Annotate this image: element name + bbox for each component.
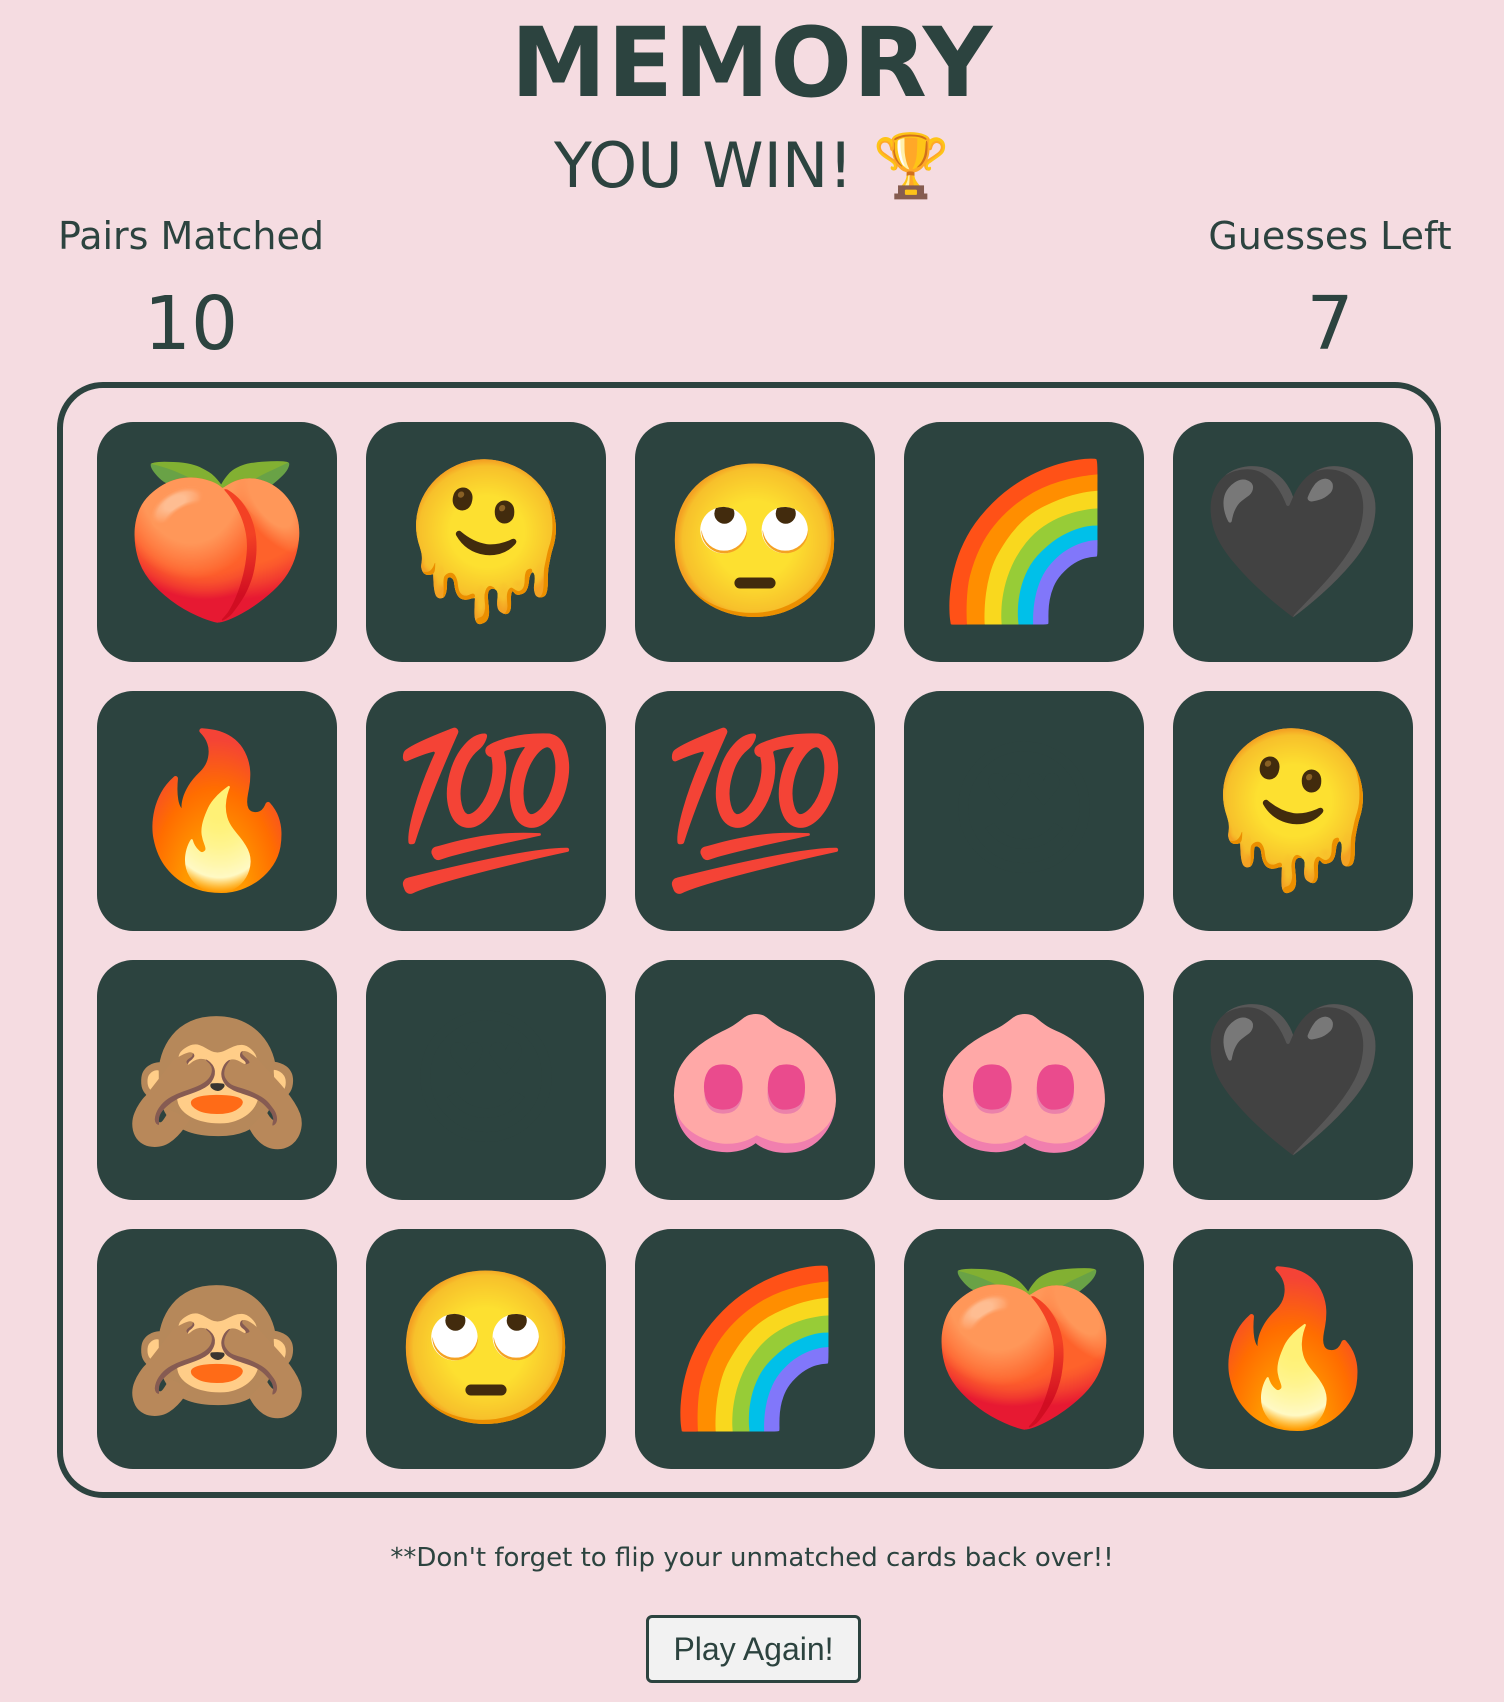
card-fire[interactable]: 🔥: [97, 691, 337, 931]
fire-icon: 🔥: [1199, 1262, 1387, 1436]
card-fire[interactable]: 🔥: [1173, 1229, 1413, 1469]
black-heart-icon: 🖤: [1199, 455, 1387, 629]
heart-eyes-face-icon: 😍: [407, 993, 565, 1167]
card-eye-roll-face[interactable]: 🙄: [635, 422, 875, 662]
rainbow-icon: 🌈: [930, 455, 1118, 629]
peach-icon: 🍑: [930, 1262, 1118, 1436]
card-rainbow[interactable]: 🌈: [635, 1229, 875, 1469]
card-heart-eyes-face[interactable]: 😍: [904, 691, 1144, 931]
pairs-matched-value: 10: [143, 281, 239, 367]
pairs-matched-stat: Pairs Matched 10: [41, 212, 341, 374]
card-pig-nose[interactable]: 🐽: [904, 960, 1144, 1200]
pig-nose-icon: 🐽: [930, 993, 1118, 1167]
pairs-matched-label: Pairs Matched: [58, 214, 324, 258]
flip-reminder-note: **Don't forget to flip your unmatched ca…: [390, 1543, 1114, 1573]
hundred-icon: 💯: [392, 724, 580, 898]
card-heart-eyes-face[interactable]: 😍: [366, 960, 606, 1200]
fire-icon: 🔥: [123, 724, 311, 898]
card-melting-face[interactable]: 🫠: [1173, 691, 1413, 931]
black-heart-icon: 🖤: [1199, 993, 1387, 1167]
rainbow-icon: 🌈: [661, 1262, 849, 1436]
melting-face-icon: 🫠: [392, 455, 580, 629]
card-see-no-evil-monkey[interactable]: 🙈: [97, 960, 337, 1200]
card-hundred[interactable]: 💯: [366, 691, 606, 931]
eye-roll-face-icon: 🙄: [661, 455, 849, 629]
eye-roll-face-icon: 🙄: [392, 1262, 580, 1436]
card-rainbow[interactable]: 🌈: [904, 422, 1144, 662]
guesses-left-value: 7: [1306, 281, 1354, 367]
card-peach[interactable]: 🍑: [904, 1229, 1144, 1469]
see-no-evil-monkey-icon: 🙈: [123, 1262, 311, 1436]
guesses-left-label: Guesses Left: [1208, 214, 1452, 258]
melting-face-icon: 🫠: [1199, 724, 1387, 898]
card-peach[interactable]: 🍑: [97, 422, 337, 662]
card-pig-nose[interactable]: 🐽: [635, 960, 875, 1200]
pig-nose-icon: 🐽: [661, 993, 849, 1167]
game-title: MEMORY: [510, 7, 994, 119]
play-again-button[interactable]: Play Again!: [646, 1615, 861, 1683]
hundred-icon: 💯: [661, 724, 849, 898]
card-black-heart[interactable]: 🖤: [1173, 960, 1413, 1200]
card-hundred[interactable]: 💯: [635, 691, 875, 931]
guesses-left-stat: Guesses Left 7: [1180, 212, 1480, 374]
win-status: YOU WIN! 🏆: [553, 129, 951, 202]
heart-eyes-face-icon: 😍: [945, 724, 1103, 898]
card-black-heart[interactable]: 🖤: [1173, 422, 1413, 662]
peach-icon: 🍑: [123, 455, 311, 629]
see-no-evil-monkey-icon: 🙈: [123, 993, 311, 1167]
game-board: 🍑 🫠 🙄 🌈 🖤 🔥 💯 💯 😍 🫠 🙈 😍 🐽 🐽 🖤 🙈 🙄 🌈 🍑 🔥: [57, 382, 1441, 1498]
card-eye-roll-face[interactable]: 🙄: [366, 1229, 606, 1469]
card-melting-face[interactable]: 🫠: [366, 422, 606, 662]
card-see-no-evil-monkey[interactable]: 🙈: [97, 1229, 337, 1469]
